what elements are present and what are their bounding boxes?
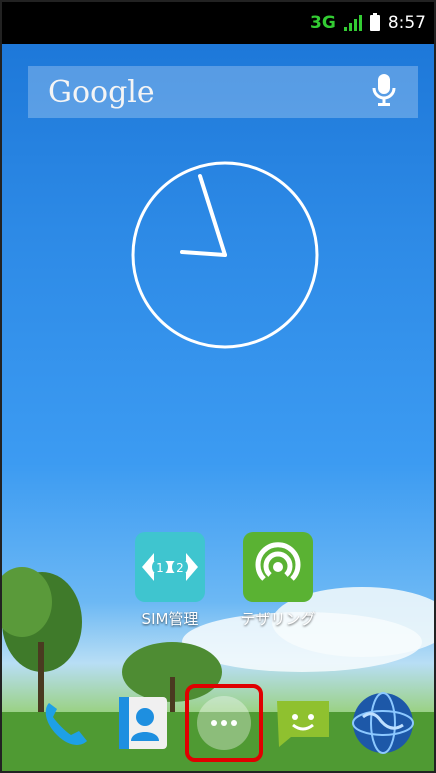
phone-screen: 3G 8:57 Google 1 2 SIM管理 テザリング — [0, 0, 436, 773]
google-logo[interactable]: Google — [48, 75, 155, 110]
app-sim-management[interactable]: 1 2 SIM管理 — [120, 532, 220, 629]
messaging-icon[interactable] — [268, 688, 338, 758]
app-label: SIM管理 — [141, 610, 199, 628]
network-type: 3G — [310, 13, 336, 33]
phone-icon[interactable] — [30, 688, 100, 758]
browser-globe-icon[interactable] — [348, 688, 418, 758]
status-time: 8:57 — [387, 13, 426, 33]
status-bar: 3G 8:57 — [2, 2, 434, 44]
analog-clock-widget[interactable] — [130, 160, 320, 350]
sim-management-icon[interactable]: 1 2 — [135, 532, 205, 602]
app-tethering[interactable]: テザリング — [228, 532, 328, 629]
app-drawer-highlight — [185, 684, 263, 762]
clock-minute-hand — [198, 174, 227, 257]
battery-icon — [369, 13, 380, 31]
microphone-icon[interactable] — [370, 72, 398, 112]
signal-strength-icon — [343, 15, 362, 31]
svg-text:2: 2 — [176, 561, 184, 575]
google-search-bar[interactable]: Google — [28, 66, 418, 118]
app-label: テザリング — [240, 610, 316, 628]
clock-hour-hand — [180, 250, 227, 257]
contacts-icon[interactable] — [108, 688, 178, 758]
svg-text:1: 1 — [156, 561, 164, 575]
tethering-icon[interactable] — [243, 532, 313, 602]
